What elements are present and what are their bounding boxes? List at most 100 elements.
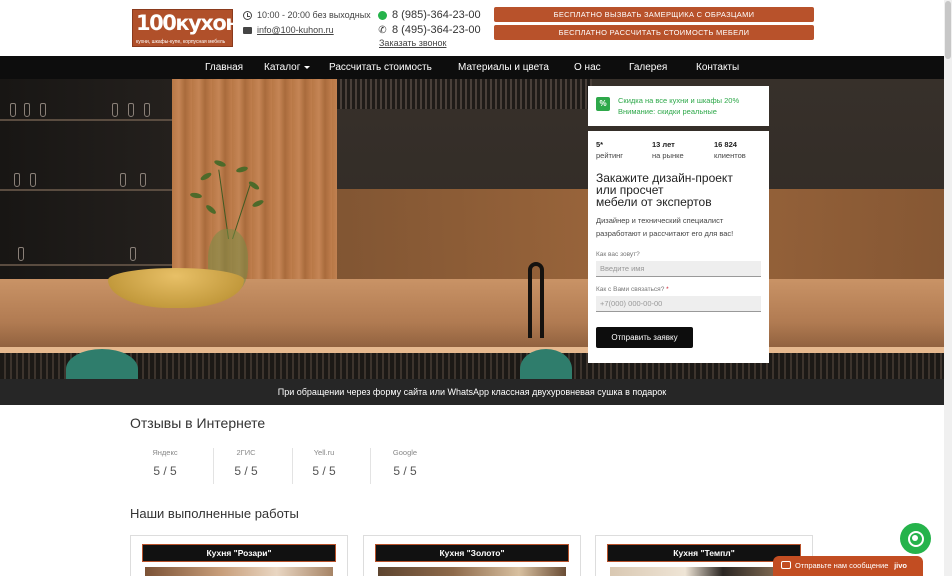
call-measurer-button[interactable]: БЕСПЛАТНО ВЫЗВАТЬ ЗАМЕРЩИКА С ОБРАЗЦАМИ [494,7,814,22]
working-hours: 10:00 - 20:00 без выходных [243,10,371,20]
glass [112,103,118,117]
work-card[interactable]: Кухня "Золото" [363,535,581,576]
clock-icon [243,10,252,20]
chat-brand: jivo [894,561,907,570]
stat-years-label: на рынке [652,151,684,160]
form-title-line: мебели от экспертов [596,195,712,209]
glass [18,247,24,261]
required-mark: * [666,286,669,293]
callback-link[interactable]: Заказать звонок [379,38,446,48]
discount-text: Скидка на все кухни и шкафы 20% [618,96,740,105]
whatsapp-float-button[interactable] [900,523,931,554]
glass [14,173,20,187]
main-nav: Главная Каталог Рассчитать стоимость Мат… [0,56,944,79]
stat-rating-label: рейтинг [596,151,624,160]
review-score: 5 / 5 [393,464,417,478]
review-score: 5 / 5 [153,464,177,478]
review-source: 2ГИС [236,448,256,457]
review-source: Яндекс [152,448,178,457]
glass [40,103,46,117]
review-score: 5 / 5 [234,464,258,478]
reviews-title: Отзывы в Интернете [130,415,266,431]
form-title: Закажите дизайн-проект или просчет мебел… [596,172,766,208]
stat-clients-value: 16 824 [714,140,737,149]
work-card-image [378,567,566,576]
work-card-image [145,567,333,576]
logo-subtitle: кухни, шкафы-купе, корпусная мебель [136,39,226,45]
glass [120,173,126,187]
shelf [0,119,172,121]
glass [128,103,134,117]
nav-item-home[interactable]: Главная [205,56,243,79]
review-2gis[interactable]: 2ГИС 5 / 5 [210,448,290,486]
calculate-cost-button[interactable]: БЕСПЛАТНО РАССЧИТАТЬ СТОИМОСТЬ МЕБЕЛИ [494,25,814,40]
logo-text: 100кухонь [136,11,252,35]
glass [130,247,136,261]
name-label: Как вас зовут? [596,251,640,258]
review-source: Google [392,448,418,457]
hero-base-panel [0,353,944,379]
scrollbar-thumb[interactable] [945,1,951,59]
work-card[interactable]: Кухня "Розари" [130,535,348,576]
work-card-title: Кухня "Золото" [375,544,569,562]
working-hours-text: 10:00 - 20:00 без выходных [257,10,371,20]
submit-request-button[interactable]: Отправить заявку [596,327,693,348]
work-card-title: Кухня "Розари" [142,544,336,562]
review-yandex[interactable]: Яндекс 5 / 5 [129,448,209,486]
nav-item-about[interactable]: О нас [574,56,601,79]
nav-item-gallery[interactable]: Галерея [629,56,667,79]
contact-label: Как с Вами связаться? * [596,286,669,293]
site-header: 100кухонь кухни, шкафы-купе, корпусная м… [0,0,944,56]
phone-whatsapp: 8 (985)-364-23-00 [378,9,481,21]
glass [24,103,30,117]
nav-item-catalog-label: Каталог [264,62,301,73]
phone-icon: ✆ [378,24,387,36]
work-card-image [610,567,798,576]
nav-item-materials[interactable]: Материалы и цвета [458,56,549,79]
email: info@100-kuhon.ru [243,25,334,35]
works-title: Наши выполненные работы [130,506,299,521]
design-request-form: 5* рейтинг 13 лет на рынке 16 824 клиент… [588,131,769,363]
page: 100кухонь кухни, шкафы-купе, корпусная м… [0,0,952,576]
phone-1[interactable]: 8 (985)-364-23-00 [392,9,481,21]
nav-item-contacts[interactable]: Контакты [696,56,739,79]
scrollbar[interactable] [944,0,952,576]
jivo-chat-button[interactable]: Отправьте нам сообщение jivo [773,556,923,576]
chevron-down-icon [304,65,311,69]
logo[interactable]: 100кухонь кухни, шкафы-купе, корпусная м… [132,9,252,47]
stat-rating-value: 5* [596,140,604,149]
percent-icon: % [596,97,610,111]
callback: Заказать звонок [379,38,446,48]
form-description: Дизайнер и технический специалист разраб… [596,215,766,240]
gift-notice: При обращении через форму сайта или What… [0,379,944,405]
chat-icon [781,561,791,569]
shelf [0,189,172,191]
email-link[interactable]: info@100-kuhon.ru [257,25,334,35]
glass [10,103,16,117]
nav-item-catalog[interactable]: Каталог [264,56,311,79]
mail-icon [243,26,252,34]
phone-2[interactable]: 8 (495)-364-23-00 [392,24,481,36]
shelf [0,264,172,266]
phone-input[interactable]: +7(000) 000-00-00 [596,296,761,312]
discount-banner: % Скидка на все кухни и шкафы 20% Вниман… [588,86,769,126]
stat-years-value: 13 лет [652,140,675,149]
name-input[interactable]: Введите имя [596,261,761,277]
nav-item-calculate[interactable]: Рассчитать стоимость [329,56,432,79]
review-google[interactable]: Google 5 / 5 [369,448,449,486]
work-card-title: Кухня "Темпл" [607,544,801,562]
phone-landline: ✆ 8 (495)-364-23-00 [378,24,481,36]
form-description-line: Дизайнер и технический специалист [596,216,724,225]
review-source: Yell.ru [313,448,335,457]
glass [30,173,36,187]
stat-clients-label: клиентов [714,151,746,160]
hero-faucet [528,262,544,338]
review-yell[interactable]: Yell.ru 5 / 5 [288,448,368,486]
review-score: 5 / 5 [312,464,336,478]
contact-label-text: Как с Вами связаться? [596,286,665,293]
hero-slats [337,79,592,109]
glass [144,103,150,117]
glass [140,173,146,187]
hero-banner-image [0,79,944,379]
discount-note: Внимание: скидки реальные [618,107,717,116]
